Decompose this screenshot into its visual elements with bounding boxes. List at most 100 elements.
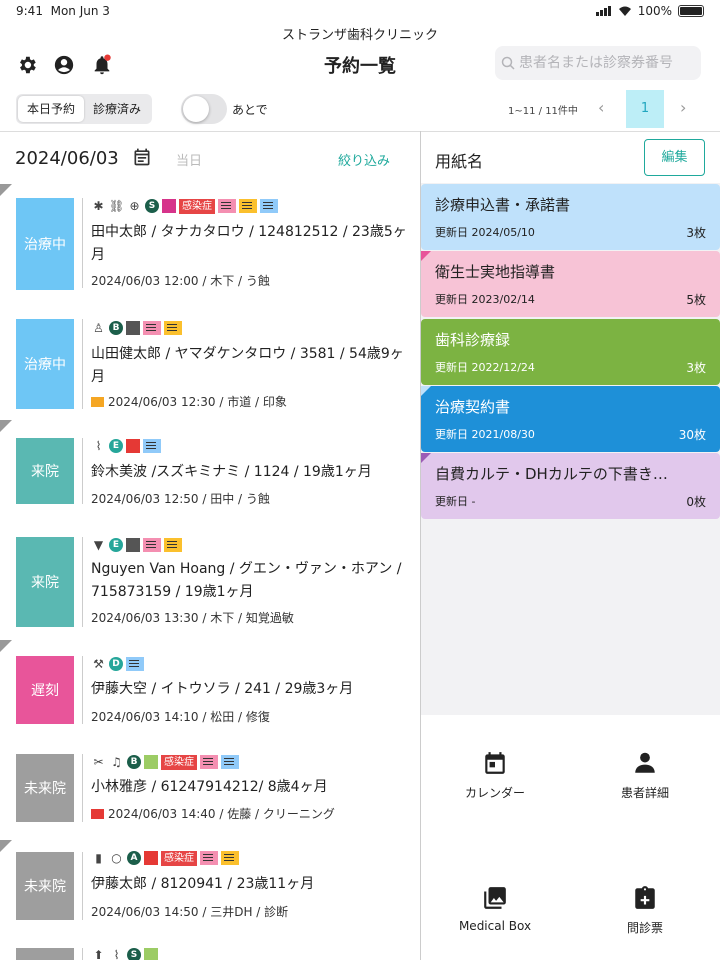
a-circle-icon: A [127, 851, 141, 865]
appointment-row[interactable]: 未来院 ✂ ♫ B 感染症 小林雅彦 / 61247914212/ 8歳4ヶ月 … [0, 740, 420, 840]
form-updated: 更新日 2021/08/30 [435, 428, 535, 441]
thumbs-down-icon: ▼ [93, 537, 104, 552]
form-name: 診療申込書・承諾書 [435, 196, 571, 214]
memo-icon [164, 538, 182, 552]
patient-detail-nav-button[interactable]: 患者詳細 [570, 750, 720, 801]
nav-label: 患者詳細 [620, 786, 669, 800]
status-badge: 来院 [16, 438, 74, 504]
d-circle-icon: D [109, 657, 123, 671]
photo-library-icon [484, 887, 506, 909]
bell-outline-icon: ♫ [111, 754, 122, 769]
color-tag [126, 439, 140, 453]
memo-icon [239, 199, 257, 213]
segmented-control: 本日予約 診療済み [16, 94, 153, 124]
b-circle-icon: B [127, 755, 141, 769]
clinic-name: ストランザ歯科クリニック [281, 28, 438, 43]
nav-label: カレンダー [464, 786, 525, 800]
link-icon: ⛓ [109, 198, 125, 213]
flag-icon [91, 396, 104, 407]
memo-icon [164, 321, 182, 335]
form-name: 歯科診療録 [435, 331, 511, 349]
segment-today[interactable]: 本日予約 [18, 96, 85, 122]
appointment-row[interactable]: ⬆ ⌇ S [0, 940, 420, 960]
bell-icon[interactable] [91, 54, 113, 76]
segment-done[interactable]: 診療済み [84, 96, 150, 122]
status-badge: 未来院 [16, 754, 74, 822]
b-circle-icon: B [109, 321, 123, 335]
forms-title: 用紙名 [435, 152, 484, 171]
form-card[interactable]: 衛生士実地指導書 更新日 2023/02/14 5枚 [421, 251, 720, 317]
form-card[interactable]: 診療申込書・承諾書 更新日 2024/05/10 3枚 [421, 184, 720, 250]
form-updated: 更新日 2024/05/10 [435, 226, 535, 239]
gear-icon[interactable] [16, 54, 38, 76]
form-updated: 更新日 2022/12/24 [435, 361, 535, 374]
infection-badge: 感染症 [179, 198, 215, 214]
appointment-list: 治療中 ✱ ⛓ ⊕ S 感染症 田中太郎 / タナカタロウ / 12481251… [0, 184, 420, 960]
appointment-row[interactable]: 来院 ▼ E Nguyen Van Hoang / グエン・ヴァン・ホアン / … [0, 520, 420, 640]
appointment-row[interactable]: 未来院 ▮ ○ A 感染症 伊藤太郎 / 8120941 / 23歳11ヶ月 2… [0, 840, 420, 940]
memo-icon [221, 851, 239, 865]
status-bar: 9:41 Mon Jun 3 100% [0, 0, 720, 22]
memo-icon [126, 657, 144, 671]
appointment-row[interactable]: 治療中 ♙ B 山田健太郎 / ヤマダケンタロウ / 3581 / 54歳9ヶ月… [0, 302, 420, 420]
signal-icon [595, 6, 611, 16]
flag-icon [91, 808, 104, 819]
s-circle-icon: S [145, 199, 159, 213]
current-date: 2024/06/03 [15, 148, 119, 169]
later-toggle[interactable] [181, 94, 227, 124]
battery-icon [678, 5, 704, 17]
memo-icon [218, 199, 236, 213]
form-name: 自費カルテ・DHカルテの下書き… [435, 465, 668, 483]
later-toggle-label: あとで [232, 103, 268, 117]
patient-name: 山田健太郎 / ヤマダケンタロウ / 3581 / 54歳9ヶ月 [91, 346, 404, 385]
search-icon [501, 56, 515, 70]
color-tag [126, 538, 140, 552]
next-page-button[interactable]: › [680, 98, 686, 117]
medical-box-nav-button[interactable]: Medical Box [420, 885, 570, 933]
color-tag [144, 851, 158, 865]
memo-icon [143, 439, 161, 453]
appointment-meta: 2024/06/03 14:10 / 松田 / 修復 [91, 710, 270, 724]
form-card[interactable]: 治療契約書更新日 2021/08/30 30枚 [421, 386, 720, 452]
status-badge: 来院 [16, 537, 74, 627]
appointment-meta: 2024/06/03 13:30 / 木下 / 知覚過敏 [91, 611, 294, 625]
appointment-row[interactable]: 治療中 ✱ ⛓ ⊕ S 感染症 田中太郎 / タナカタロウ / 12481251… [0, 184, 420, 302]
appointment-row[interactable]: 遅刻 ⚒ D 伊藤大空 / イトウソラ / 241 / 29歳3ヶ月 2024/… [0, 640, 420, 740]
paperclip-icon: ⌇ [95, 438, 102, 453]
form-count: 30枚 [678, 428, 706, 442]
calendar-picker-icon[interactable] [132, 147, 152, 167]
questionnaire-nav-button[interactable]: 問診票 [570, 885, 720, 936]
account-icon[interactable] [53, 54, 75, 76]
status-badge [16, 948, 74, 960]
appointment-row[interactable]: 来院 ⌇ E 鈴木美波 /スズキミナミ / 1124 / 19歳1ヶ月 2024… [0, 420, 420, 520]
bookmark-icon: ▮ [95, 850, 102, 865]
today-button[interactable]: 当日 [176, 150, 202, 169]
s-circle-icon: S [127, 948, 141, 960]
form-card[interactable]: 歯科診療録 更新日 2022/12/24 3枚 [421, 319, 720, 385]
filter-button[interactable]: 絞り込み [338, 150, 390, 169]
scissors-icon: ✂ [93, 754, 104, 769]
nav-label: Medical Box [458, 919, 532, 933]
current-page-button[interactable]: 1 [626, 90, 664, 128]
form-card[interactable]: 自費カルテ・DHカルテの下書き… 更新日 - 0枚 [421, 453, 720, 519]
wifi-icon [618, 6, 631, 16]
memo-icon [200, 851, 218, 865]
infection-badge: 感染症 [161, 754, 197, 770]
form-name: 治療契約書 [435, 398, 511, 416]
form-corner-marker [421, 453, 431, 463]
result-range: 1~11 / 11件中 [508, 106, 578, 117]
search-box[interactable] [495, 46, 701, 80]
person-icon [635, 752, 655, 773]
edit-button[interactable]: 編集 [644, 139, 705, 176]
battery-percent: 100% [637, 4, 672, 18]
appointment-meta: 2024/06/03 14:40 / 佐藤 / クリーニング [91, 805, 335, 822]
form-name: 衛生士実地指導書 [435, 263, 556, 281]
search-input[interactable] [519, 55, 694, 71]
appointment-meta: 2024/06/03 14:50 / 三井DH / 診断 [91, 905, 289, 919]
calendar-nav-button[interactable]: カレンダー [420, 750, 570, 801]
form-corner-marker [421, 251, 431, 261]
prev-page-button[interactable]: ‹ [598, 98, 604, 117]
color-tag [144, 948, 158, 960]
status-badge: 治療中 [16, 319, 74, 409]
person-standing-icon: ♙ [93, 320, 104, 335]
